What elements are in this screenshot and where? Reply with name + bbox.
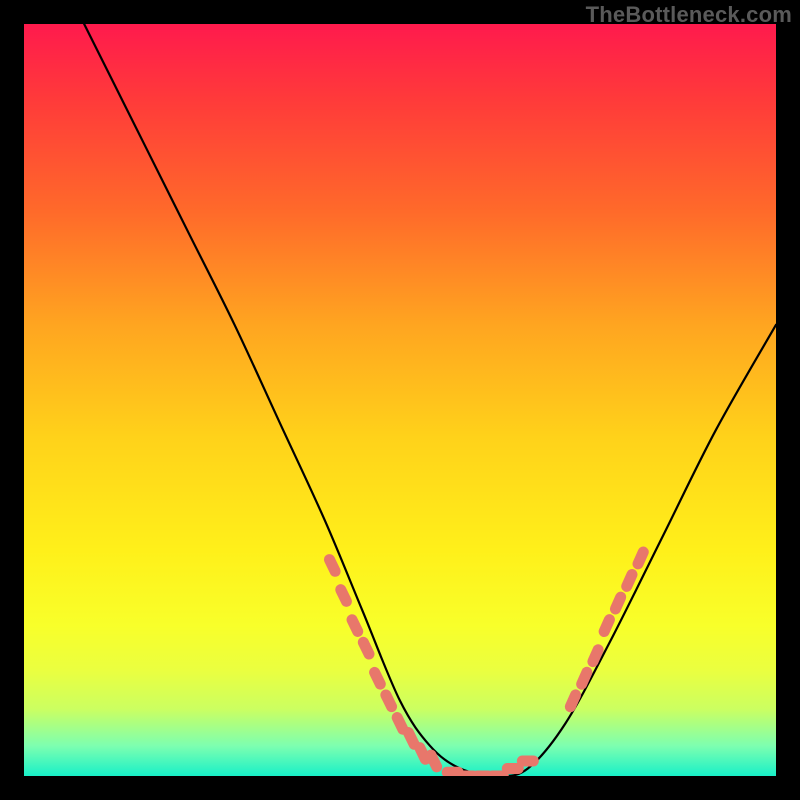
chart-svg	[24, 24, 776, 776]
highlight-segment-right	[563, 545, 650, 714]
watermark-label: TheBottleneck.com	[586, 2, 792, 28]
chart-plot-area	[24, 24, 776, 776]
bottleneck-curve	[84, 24, 776, 776]
